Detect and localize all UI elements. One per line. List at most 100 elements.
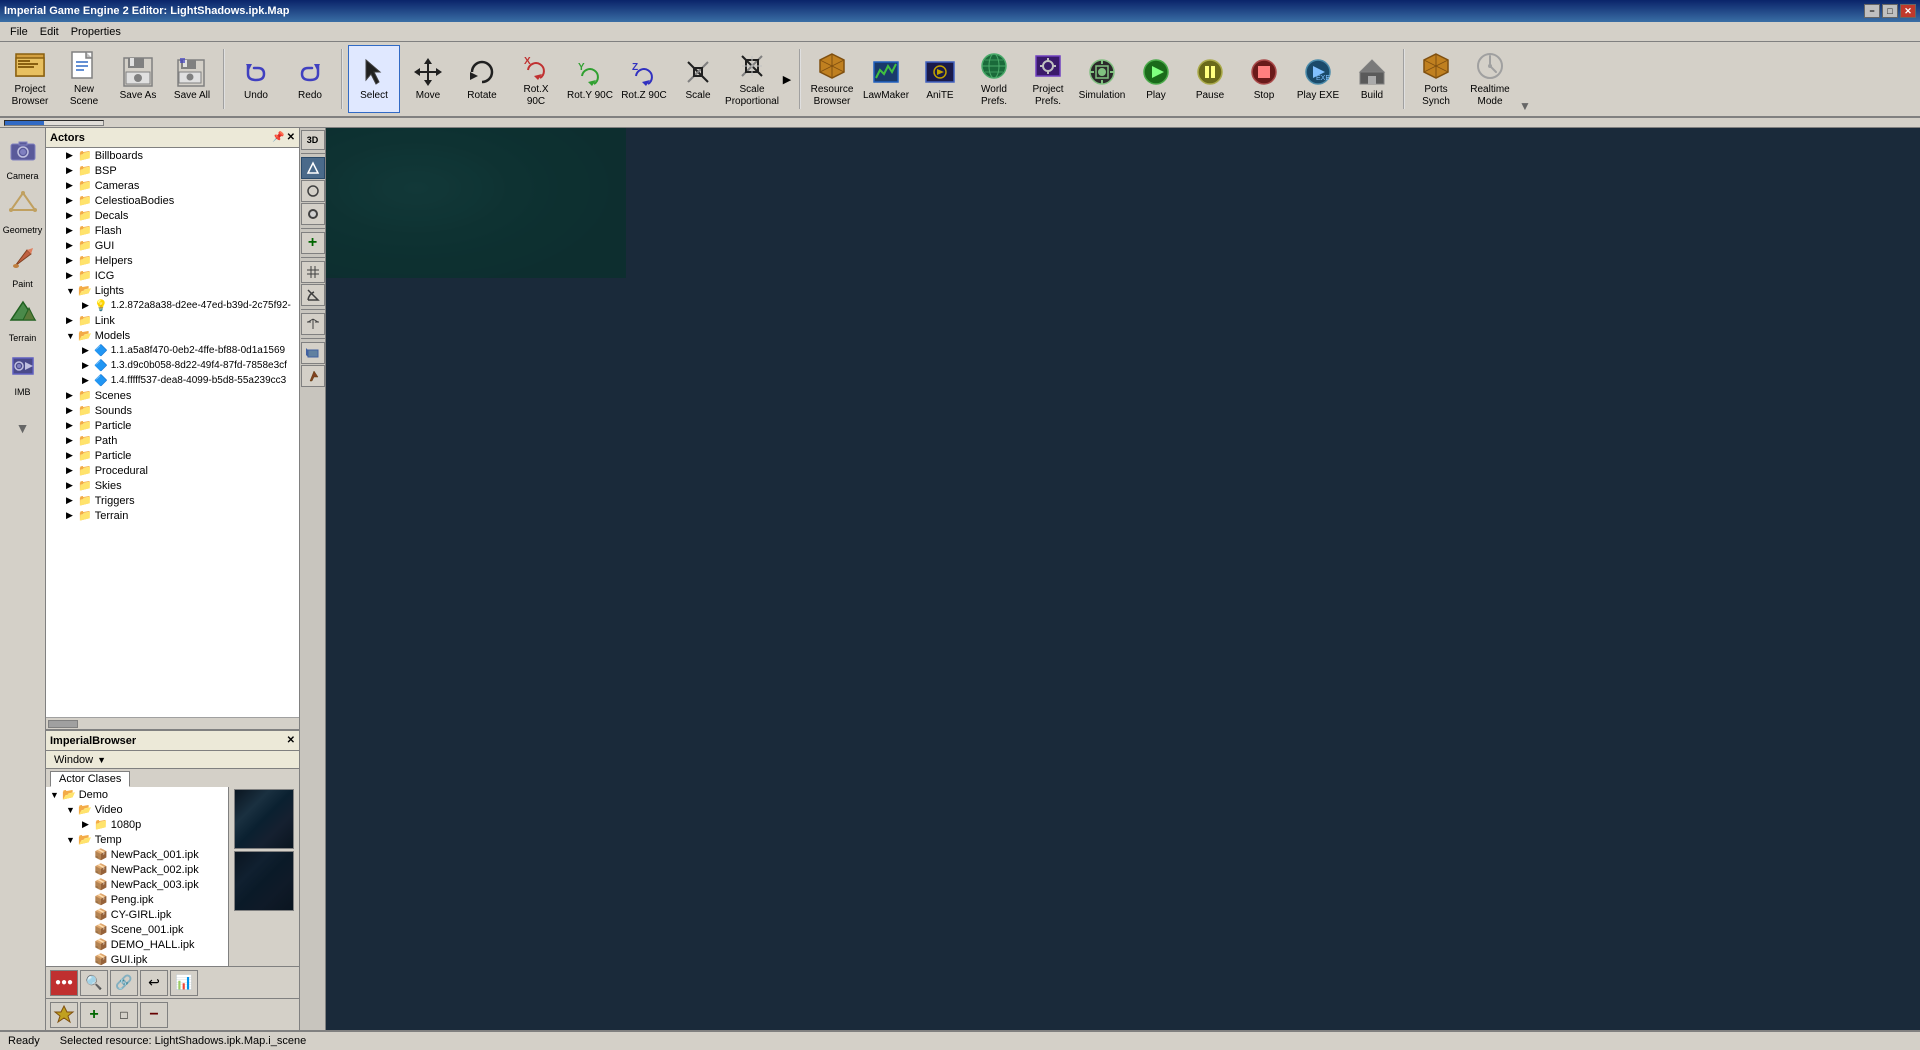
particle-expander[interactable]: ▶ bbox=[66, 420, 78, 431]
actors-tree-path[interactable]: ▶ 📁 Path bbox=[46, 433, 299, 448]
viewport-3d-button[interactable]: 3D bbox=[301, 130, 325, 150]
angle-button[interactable] bbox=[301, 284, 325, 306]
stop-button[interactable]: Stop bbox=[1238, 45, 1290, 113]
resource-browser-button[interactable]: Resource Browser bbox=[806, 45, 858, 113]
hscroll-thumb[interactable] bbox=[48, 720, 78, 728]
project-browser-button[interactable]: Project Browser bbox=[4, 45, 56, 113]
pause-button[interactable]: Pause bbox=[1184, 45, 1236, 113]
sounds-expander[interactable]: ▶ bbox=[66, 405, 78, 416]
ib-tab-actor-classes[interactable]: Actor Clases bbox=[50, 771, 130, 787]
bsp-expander[interactable]: ▶ bbox=[66, 165, 78, 176]
actors-tree-lights[interactable]: ▼ 📂 Lights bbox=[46, 283, 299, 298]
ib-tree-demo-hall[interactable]: 📦 DEMO_HALL.ipk bbox=[46, 937, 228, 952]
actors-tree-bsp[interactable]: ▶ 📁 BSP bbox=[46, 163, 299, 178]
rot-z-90-button[interactable]: Z Rot.Z 90C bbox=[618, 45, 670, 113]
video-expander[interactable]: ▼ bbox=[66, 805, 78, 815]
paint-vp-button[interactable] bbox=[301, 365, 325, 387]
flash-expander[interactable]: ▶ bbox=[66, 225, 78, 236]
ib-tree-scene001[interactable]: 📦 Scene_001.ipk bbox=[46, 922, 228, 937]
paint-tool-button[interactable]: Paint bbox=[3, 240, 43, 292]
actors-tree-billboards[interactable]: ▶ 📁 Billboards bbox=[46, 148, 299, 163]
actors-tree-lights-child1[interactable]: ▶ 💡 1.2.872a8a38-d2ee-47ed-b39d-2c75f92- bbox=[46, 298, 299, 313]
maximize-button[interactable]: □ bbox=[1882, 4, 1898, 18]
actors-tree-cameras[interactable]: ▶ 📁 Cameras bbox=[46, 178, 299, 193]
actors-tree-terrain[interactable]: ▶ 📁 Terrain bbox=[46, 508, 299, 523]
menu-edit[interactable]: Edit bbox=[34, 24, 65, 40]
actors-tree-procedural[interactable]: ▶ 📁 Procedural bbox=[46, 463, 299, 478]
actors-pin-button[interactable]: 📌 bbox=[272, 132, 284, 143]
celestiabodies-expander[interactable]: ▶ bbox=[66, 195, 78, 206]
link-expander[interactable]: ▶ bbox=[66, 315, 78, 326]
project-prefs-button[interactable]: Project Prefs. bbox=[1022, 45, 1074, 113]
ib-tool-eagle[interactable] bbox=[50, 1002, 78, 1028]
skies-expander[interactable]: ▶ bbox=[66, 480, 78, 491]
more-tools-button[interactable]: ▼ bbox=[1518, 45, 1532, 113]
scale-vp-button[interactable] bbox=[301, 313, 325, 335]
actors-tree-models-child1[interactable]: ▶ 🔷 1.1.a5a8f470-0eb2-4ffe-bf88-0d1a1569 bbox=[46, 343, 299, 358]
models-c2-expander[interactable]: ▶ bbox=[82, 360, 94, 371]
ib-window-dropdown[interactable]: Window ▼ bbox=[46, 751, 299, 769]
simulation-button[interactable]: Simulation bbox=[1076, 45, 1128, 113]
actors-close-button[interactable]: ✕ bbox=[287, 132, 295, 143]
rotate-button[interactable]: Rotate bbox=[456, 45, 508, 113]
cameras-expander[interactable]: ▶ bbox=[66, 180, 78, 191]
minimize-button[interactable]: − bbox=[1864, 4, 1880, 18]
more-tools-arrow[interactable]: ▶ bbox=[780, 54, 794, 104]
particle2-expander[interactable]: ▶ bbox=[66, 450, 78, 461]
actors-tree-sounds[interactable]: ▶ 📁 Sounds bbox=[46, 403, 299, 418]
view-perspective-button[interactable] bbox=[301, 157, 325, 179]
ib-tool-add[interactable]: + bbox=[80, 1002, 108, 1028]
actors-tree-skies[interactable]: ▶ 📁 Skies bbox=[46, 478, 299, 493]
terrain-tool-button[interactable]: Terrain bbox=[3, 294, 43, 346]
world-prefs-button[interactable]: World Prefs. bbox=[968, 45, 1020, 113]
ib-tool-dots[interactable]: ●●● bbox=[50, 970, 78, 996]
rot-x-90-button[interactable]: X Rot.X 90C bbox=[510, 45, 562, 113]
actors-tree-celestiabodies[interactable]: ▶ 📁 CelestioaBodies bbox=[46, 193, 299, 208]
1080p-expander[interactable]: ▶ bbox=[82, 819, 94, 830]
actors-tree-helpers[interactable]: ▶ 📁 Helpers bbox=[46, 253, 299, 268]
lights-expander[interactable]: ▼ bbox=[66, 286, 78, 296]
decals-expander[interactable]: ▶ bbox=[66, 210, 78, 221]
ib-tree-1080p[interactable]: ▶ 📁 1080p bbox=[46, 817, 228, 832]
ib-tree-temp[interactable]: ▼ 📂 Temp bbox=[46, 832, 228, 847]
geometry-tool-button[interactable]: Geometry bbox=[3, 186, 43, 238]
actors-tree-decals[interactable]: ▶ 📁 Decals bbox=[46, 208, 299, 223]
ib-tree-demo[interactable]: ▼ 📂 Demo bbox=[46, 787, 228, 802]
gui-expander[interactable]: ▶ bbox=[66, 240, 78, 251]
actors-tree-models-child2[interactable]: ▶ 🔷 1.3.d9c0b058-8d22-49f4-87fd-7858e3cf bbox=[46, 358, 299, 373]
triggers-expander[interactable]: ▶ bbox=[66, 495, 78, 506]
view-mode2-button[interactable] bbox=[301, 180, 325, 202]
billboards-expander[interactable]: ▶ bbox=[66, 150, 78, 161]
ib-tool-minus[interactable]: − bbox=[140, 1002, 168, 1028]
ib-tool-import[interactable]: ↩ bbox=[140, 970, 168, 996]
procedural-expander[interactable]: ▶ bbox=[66, 465, 78, 476]
scenes-expander[interactable]: ▶ bbox=[66, 390, 78, 401]
realtime-mode-button[interactable]: Realtime Mode bbox=[1464, 45, 1516, 113]
demo-expander[interactable]: ▼ bbox=[50, 790, 62, 800]
helpers-expander[interactable]: ▶ bbox=[66, 255, 78, 266]
ib-tool-search[interactable]: 🔍 bbox=[80, 970, 108, 996]
actors-tree-particle[interactable]: ▶ 📁 Particle bbox=[46, 418, 299, 433]
view-special-button[interactable] bbox=[301, 342, 325, 364]
viewport-3d[interactable]: IAO bbox=[326, 128, 1920, 1030]
view-mode3-button[interactable] bbox=[301, 203, 325, 225]
lights-child1-expander[interactable]: ▶ bbox=[82, 300, 94, 311]
ib-preview-thumb-2[interactable] bbox=[234, 851, 294, 911]
models-c1-expander[interactable]: ▶ bbox=[82, 345, 94, 356]
ib-tree-video[interactable]: ▼ 📂 Video bbox=[46, 802, 228, 817]
ib-preview-thumb-1[interactable] bbox=[234, 789, 294, 849]
more-side-button[interactable]: ▼ bbox=[3, 402, 43, 454]
undo-button[interactable]: Undo bbox=[230, 45, 282, 113]
ports-synch-button[interactable]: Ports Synch bbox=[1410, 45, 1462, 113]
ib-tool-chart[interactable]: 📊 bbox=[170, 970, 198, 996]
ib-tree-peng[interactable]: 📦 Peng.ipk bbox=[46, 892, 228, 907]
ib-tool-square[interactable]: □ bbox=[110, 1002, 138, 1028]
scale-button[interactable]: Scale bbox=[672, 45, 724, 113]
actors-tree-icg[interactable]: ▶ 📁 ICG bbox=[46, 268, 299, 283]
save-as-button[interactable]: Save As bbox=[112, 45, 164, 113]
actors-tree-flash[interactable]: ▶ 📁 Flash bbox=[46, 223, 299, 238]
actors-tree-particle2[interactable]: ▶ 📁 Particle bbox=[46, 448, 299, 463]
grid-button[interactable] bbox=[301, 261, 325, 283]
scale-prop-button[interactable]: Scale Proportional bbox=[726, 45, 778, 113]
ib-tree-newpack001[interactable]: 📦 NewPack_001.ipk bbox=[46, 847, 228, 862]
